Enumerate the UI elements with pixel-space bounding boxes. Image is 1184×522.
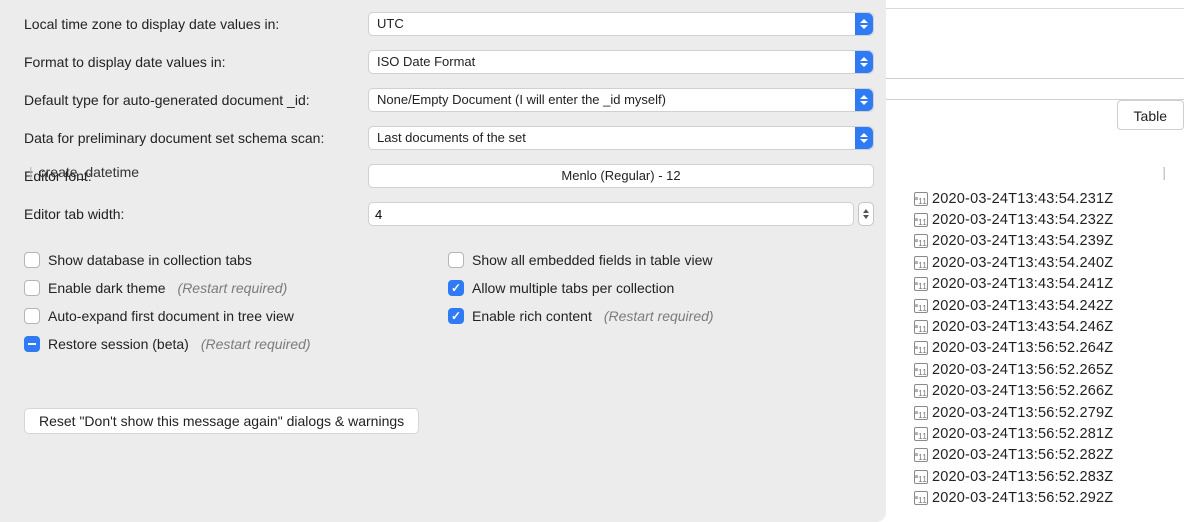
table-row[interactable]: 11 2020-03-24T13:56:52.265Z [914, 359, 1184, 380]
table-row[interactable]: 11 2020-03-24T13:43:54.240Z [914, 252, 1184, 273]
restart-required-hint: (Restart required) [604, 308, 714, 324]
column-separator: | [23, 164, 39, 180]
checkbox-restore-session[interactable] [24, 336, 40, 352]
dateformat-label: Format to display date values in: [24, 54, 368, 70]
calendar-icon: 11 [914, 448, 928, 462]
checkbox-label: Show database in collection tabs [48, 252, 252, 268]
calendar-icon: 11 [914, 320, 928, 334]
column-header-create-datetime[interactable]: create_datetime [39, 164, 139, 180]
cell-create-datetime: 2020-03-24T13:43:54.231Z [932, 191, 1113, 207]
cell-create-datetime: 2020-03-24T13:43:54.232Z [932, 212, 1113, 228]
calendar-icon: 11 [914, 341, 928, 355]
dropdown-arrows-icon [855, 89, 873, 111]
cell-create-datetime: 2020-03-24T13:56:52.279Z [932, 405, 1113, 421]
checkbox-label: Enable rich content [472, 308, 592, 324]
table-row[interactable]: 11 2020-03-24T13:43:54.246Z [914, 316, 1184, 337]
calendar-icon: 11 [914, 277, 928, 291]
table-row[interactable]: 11 2020-03-24T13:56:52.266Z [914, 381, 1184, 402]
cell-create-datetime: 2020-03-24T13:56:52.281Z [932, 426, 1113, 442]
checkbox-row-dark-theme: Enable dark theme (Restart required) [24, 280, 448, 296]
cell-create-datetime: 2020-03-24T13:56:52.266Z [932, 383, 1113, 399]
dropdown-arrows-icon [855, 127, 873, 149]
cell-create-datetime: 2020-03-24T13:56:52.283Z [932, 469, 1113, 485]
table-row[interactable]: 11 2020-03-24T13:43:54.239Z [914, 231, 1184, 252]
reset-dialogs-button[interactable]: Reset "Don't show this message again" di… [24, 408, 419, 434]
checkbox-row-rich-content: Enable rich content (Restart required) [448, 308, 714, 324]
checkbox-label: Restore session (beta) [48, 336, 189, 352]
table-row[interactable]: 11 2020-03-24T13:43:54.232Z [914, 209, 1184, 230]
schema-scan-label: Data for preliminary document set schema… [24, 130, 368, 146]
timezone-label: Local time zone to display date values i… [24, 16, 368, 32]
tab-table[interactable]: Table [1117, 100, 1184, 130]
dropdown-arrows-icon [855, 13, 873, 35]
default-id-select[interactable]: None/Empty Document (I will enter the _i… [368, 88, 874, 112]
table-row[interactable]: 11 2020-03-24T13:56:52.292Z [914, 487, 1184, 508]
tab-width-label: Editor tab width: [24, 206, 368, 222]
cell-create-datetime: 2020-03-24T13:56:52.282Z [932, 447, 1113, 463]
calendar-icon: 11 [914, 406, 928, 420]
table-row[interactable]: 11 2020-03-24T13:56:52.264Z [914, 338, 1184, 359]
table-row[interactable]: 11 2020-03-24T13:56:52.281Z [914, 423, 1184, 444]
checkbox-label: Show all embedded fields in table view [472, 252, 712, 268]
calendar-icon: 11 [914, 234, 928, 248]
cell-create-datetime: 2020-03-24T13:56:52.292Z [932, 490, 1113, 506]
table-row[interactable]: 11 2020-03-24T13:43:54.241Z [914, 274, 1184, 295]
cell-create-datetime: 2020-03-24T13:43:54.241Z [932, 276, 1113, 292]
table-row[interactable]: 11 2020-03-24T13:56:52.282Z [914, 445, 1184, 466]
checkbox-show-db-in-tabs[interactable] [24, 252, 40, 268]
calendar-icon: 11 [914, 363, 928, 377]
tab-width-stepper[interactable] [858, 202, 874, 226]
cell-create-datetime: 2020-03-24T13:43:54.239Z [932, 233, 1113, 249]
schema-scan-value: Last documents of the set [368, 126, 874, 150]
calendar-icon: 11 [914, 192, 928, 206]
calendar-icon: 11 [914, 384, 928, 398]
calendar-icon: 11 [914, 491, 928, 505]
dateformat-value: ISO Date Format [368, 50, 874, 74]
checkbox-auto-expand[interactable] [24, 308, 40, 324]
cell-create-datetime: 2020-03-24T13:56:52.265Z [932, 362, 1113, 378]
table-row[interactable]: 11 2020-03-24T13:56:52.279Z [914, 402, 1184, 423]
checkbox-show-embedded[interactable] [448, 252, 464, 268]
table-row[interactable]: 11 2020-03-24T13:43:54.242Z [914, 295, 1184, 316]
default-id-value: None/Empty Document (I will enter the _i… [368, 88, 874, 112]
checkbox-row-show-embedded: Show all embedded fields in table view [448, 252, 714, 268]
column-separator: | [1156, 164, 1172, 180]
checkbox-row-show-db-in-tabs: Show database in collection tabs [24, 252, 448, 268]
restart-required-hint: (Restart required) [178, 280, 288, 296]
timezone-select[interactable]: UTC [368, 12, 874, 36]
data-panel: Table |create_datetime | 112020-03-24T13… [886, 0, 1184, 522]
checkbox-dark-theme[interactable] [24, 280, 40, 296]
divider [886, 8, 1184, 9]
calendar-icon: 11 [914, 299, 928, 313]
table-row[interactable]: 11 2020-03-24T13:56:52.283Z [914, 466, 1184, 487]
cell-create-datetime: 2020-03-24T13:43:54.246Z [932, 319, 1113, 335]
checkbox-label: Allow multiple tabs per collection [472, 280, 674, 296]
checkbox-label: Enable dark theme [48, 280, 166, 296]
checkbox-rich-content[interactable] [448, 308, 464, 324]
checkbox-row-restore-session: Restore session (beta) (Restart required) [24, 336, 448, 352]
cell-create-datetime: 2020-03-24T13:43:54.242Z [932, 298, 1113, 314]
restart-required-hint: (Restart required) [201, 336, 311, 352]
preferences-pane: Local time zone to display date values i… [0, 0, 886, 522]
cell-create-datetime: 2020-03-24T13:43:54.240Z [932, 255, 1113, 271]
checkbox-row-auto-expand: Auto-expand first document in tree view [24, 308, 448, 324]
tab-width-input[interactable] [368, 202, 854, 226]
dropdown-arrows-icon [855, 51, 873, 73]
calendar-icon: 11 [914, 470, 928, 484]
stepper-down-icon [863, 215, 869, 219]
checkbox-multi-tabs[interactable] [448, 280, 464, 296]
calendar-icon: 11 [914, 256, 928, 270]
checkbox-row-multi-tabs: Allow multiple tabs per collection [448, 280, 714, 296]
dateformat-select[interactable]: ISO Date Format [368, 50, 874, 74]
calendar-icon: 11 [914, 427, 928, 441]
timezone-value: UTC [368, 12, 874, 36]
default-id-label: Default type for auto-generated document… [24, 92, 368, 108]
calendar-icon: 11 [914, 213, 928, 227]
divider [886, 78, 1184, 79]
schema-scan-select[interactable]: Last documents of the set [368, 126, 874, 150]
stepper-up-icon [863, 209, 869, 213]
checkbox-label: Auto-expand first document in tree view [48, 308, 294, 324]
table-row[interactable]: 11 2020-03-24T13:43:54.231Z [914, 188, 1184, 209]
cell-create-datetime: 2020-03-24T13:56:52.264Z [932, 340, 1113, 356]
